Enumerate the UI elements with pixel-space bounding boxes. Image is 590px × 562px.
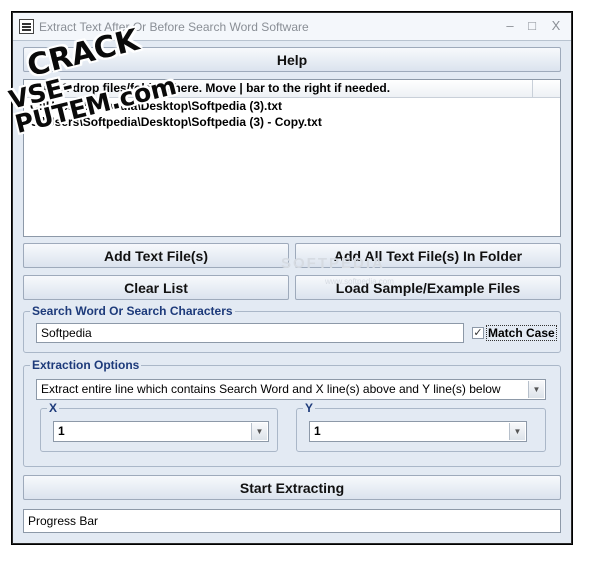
search-group-label: Search Word Or Search Characters	[30, 304, 235, 318]
search-group: Search Word Or Search Characters Softped…	[23, 304, 561, 353]
maximize-icon[interactable]: □	[521, 17, 543, 35]
y-group-label: Y	[303, 401, 316, 415]
close-icon[interactable]: X	[545, 17, 567, 35]
chevron-down-icon[interactable]: ▼	[509, 423, 525, 440]
start-extracting-button[interactable]: Start Extracting	[23, 475, 561, 500]
x-group-label: X	[47, 401, 60, 415]
extraction-group: Extraction Options Extract entire line w…	[23, 358, 561, 467]
search-input[interactable]: Softpedia	[36, 323, 464, 343]
column-resize-handle[interactable]	[532, 80, 560, 98]
x-select[interactable]: 1 ▼	[53, 421, 269, 442]
y-value: 1	[314, 424, 321, 438]
extraction-mode-value: Extract entire line which contains Searc…	[41, 382, 501, 396]
softpedia-watermark-url: www.softpedia.com	[325, 277, 394, 286]
softpedia-watermark: SOFTPEDIA	[281, 255, 385, 272]
extraction-mode-select[interactable]: Extract entire line which contains Searc…	[36, 379, 546, 400]
match-case-label[interactable]: Match Case	[486, 325, 557, 341]
clear-list-button[interactable]: Clear List	[23, 275, 289, 300]
minimize-icon[interactable]: –	[499, 17, 521, 35]
app-icon	[19, 19, 34, 34]
progress-bar: Progress Bar	[23, 509, 561, 533]
x-value: 1	[58, 424, 65, 438]
chevron-down-icon[interactable]: ▼	[528, 381, 544, 398]
y-select[interactable]: 1 ▼	[309, 421, 527, 442]
match-case-checkbox[interactable]: ✓	[472, 327, 484, 339]
chevron-down-icon[interactable]: ▼	[251, 423, 267, 440]
y-group: Y 1 ▼	[296, 401, 546, 452]
x-group: X 1 ▼	[40, 401, 278, 452]
add-files-button[interactable]: Add Text File(s)	[23, 243, 289, 268]
extraction-group-label: Extraction Options	[30, 358, 142, 372]
